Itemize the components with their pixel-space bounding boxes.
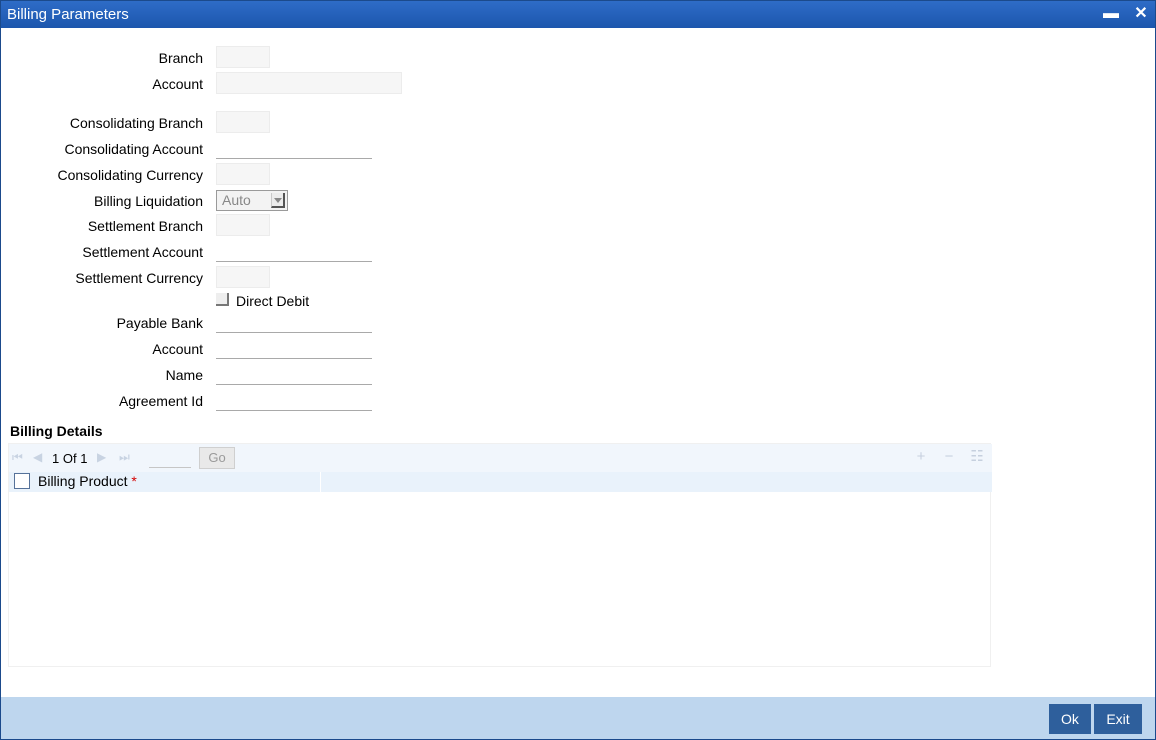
first-page-icon[interactable]: ⏮ [12, 451, 24, 463]
last-page-icon[interactable]: ⏭ [119, 451, 131, 463]
title-bar: Billing Parameters ▬ ✕ [1, 1, 1155, 28]
billing-liquidation-value: Auto [222, 192, 251, 208]
window-title: Billing Parameters [7, 6, 129, 23]
branch-field[interactable] [216, 46, 270, 68]
minimize-icon[interactable]: ▬ [1102, 5, 1120, 23]
consolidating-currency-label: Consolidating Currency [57, 167, 203, 183]
billing-details-title: Billing Details [10, 423, 103, 439]
account-label: Account [152, 76, 203, 92]
branch-label: Branch [158, 50, 203, 66]
close-icon[interactable]: ✕ [1132, 5, 1150, 23]
settlement-branch-field[interactable] [216, 214, 270, 236]
grid-header-row: Billing Product * [9, 472, 992, 492]
account-field[interactable] [216, 72, 402, 94]
payable-bank-field[interactable] [216, 311, 372, 333]
billing-product-header-text: Billing Product [38, 473, 128, 489]
payable-account-label: Account [152, 341, 203, 357]
column-divider [320, 472, 321, 492]
consolidating-account-field[interactable] [216, 137, 372, 159]
billing-liquidation-label: Billing Liquidation [94, 193, 203, 209]
consolidating-branch-field[interactable] [216, 111, 270, 133]
prev-page-icon[interactable]: ◀ [33, 451, 45, 463]
pager-of: Of [62, 451, 77, 466]
pager-total: 1 [80, 451, 88, 466]
go-button[interactable]: Go [199, 447, 235, 469]
page-number-input[interactable] [149, 448, 191, 468]
billing-parameters-window: Billing Parameters ▬ ✕ Branch Account Co… [0, 0, 1156, 740]
add-row-icon[interactable]: + [913, 449, 929, 465]
settlement-currency-label: Settlement Currency [75, 270, 203, 286]
direct-debit-label: Direct Debit [236, 293, 310, 309]
payable-account-field[interactable] [216, 337, 372, 359]
select-all-checkbox[interactable] [14, 473, 30, 489]
exit-button[interactable]: Exit [1094, 704, 1142, 734]
payable-bank-label: Payable Bank [116, 315, 203, 331]
pager-current: 1 [52, 451, 60, 466]
settlement-account-field[interactable] [216, 240, 372, 262]
required-asterisk: * [131, 473, 137, 489]
consolidating-branch-label: Consolidating Branch [69, 115, 203, 131]
billing-details-grid: ⏮ ◀ 1 Of 1 ▶ ⏭ Go + − ☷ Billing Product … [8, 443, 992, 667]
name-field[interactable] [216, 363, 372, 385]
consolidating-currency-field[interactable] [216, 163, 270, 185]
settlement-branch-label: Settlement Branch [87, 218, 203, 234]
grid-toolbar: ⏮ ◀ 1 Of 1 ▶ ⏭ Go + − ☷ [9, 444, 992, 472]
consolidating-account-label: Consolidating Account [64, 141, 203, 157]
settlement-currency-field[interactable] [216, 266, 270, 288]
single-view-icon[interactable]: ☷ [969, 449, 985, 465]
settlement-account-label: Settlement Account [82, 244, 203, 260]
billing-liquidation-select[interactable]: Auto [216, 190, 288, 211]
name-label: Name [165, 367, 203, 383]
agreement-id-field[interactable] [216, 389, 372, 411]
delete-row-icon[interactable]: − [941, 449, 957, 465]
next-page-icon[interactable]: ▶ [97, 451, 109, 463]
chevron-down-icon[interactable] [271, 193, 285, 208]
pager-text: 1 Of 1 [52, 451, 87, 466]
ok-button[interactable]: Ok [1049, 704, 1091, 734]
footer-bar: Ok Exit [1, 697, 1155, 739]
direct-debit-checkbox[interactable] [216, 293, 229, 306]
agreement-id-label: Agreement Id [118, 393, 203, 409]
column-header-billing-product[interactable]: Billing Product * [38, 473, 137, 489]
